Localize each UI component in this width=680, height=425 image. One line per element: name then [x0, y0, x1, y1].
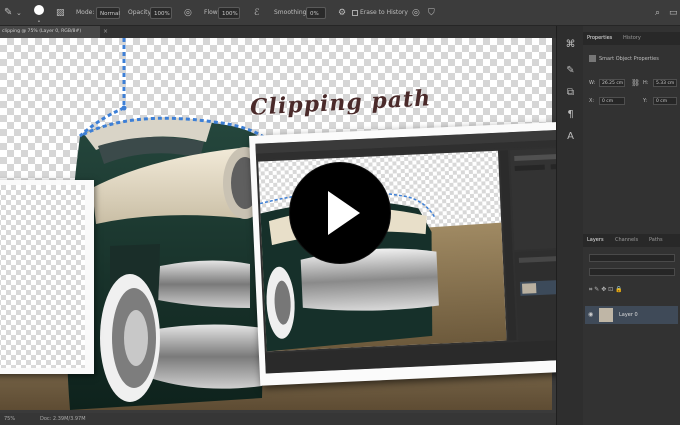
- document-tab[interactable]: clipping @ 75% (Layer 0, RGB/8#): [0, 26, 100, 38]
- brush-icon[interactable]: ✎: [563, 64, 578, 78]
- smoothing-label: Smoothing:: [274, 9, 309, 16]
- tab-paths[interactable]: Paths: [649, 234, 663, 247]
- layer-row[interactable]: ◉ Layer 0: [585, 306, 678, 324]
- pressure-opacity-icon[interactable]: ◎: [184, 4, 192, 22]
- chevron-down-icon[interactable]: ⌄: [16, 4, 22, 22]
- close-icon[interactable]: ×: [103, 26, 108, 38]
- history-icon[interactable]: ⌘: [563, 38, 578, 52]
- h-input[interactable]: 5.33 cm: [653, 79, 677, 87]
- svg-text:•: •: [38, 19, 41, 25]
- search-icon[interactable]: ⌕: [655, 4, 660, 22]
- panel-icon-strip: ⌘ ✎ ⧉ ¶ A: [556, 26, 583, 425]
- smoothing-input[interactable]: 0%: [306, 7, 326, 19]
- brush-preset-picker[interactable]: •: [32, 1, 46, 25]
- transparency-preview-card: [0, 180, 94, 374]
- tab-channels[interactable]: Channels: [615, 234, 638, 247]
- x-label: X:: [589, 98, 595, 104]
- smart-object-icon: [589, 55, 596, 62]
- tab-layers[interactable]: Layers: [587, 234, 604, 247]
- erase-history-label: Erase to History: [360, 9, 408, 16]
- layers-tab-bar: Layers Channels Paths: [583, 234, 680, 247]
- symmetry-icon[interactable]: ⛉: [428, 4, 435, 22]
- mode-label: Mode:: [76, 9, 95, 16]
- blend-mode-select[interactable]: [589, 268, 675, 276]
- airbrush-icon[interactable]: ℰ: [254, 4, 259, 22]
- layer-filter-select[interactable]: [589, 254, 675, 262]
- erase-history-checkbox[interactable]: Erase to History: [352, 4, 408, 22]
- x-input[interactable]: 0 cm: [599, 97, 625, 105]
- y-label: Y:: [643, 98, 648, 104]
- layer-kind-label: Smart Object Properties: [599, 56, 659, 62]
- character-icon[interactable]: A: [563, 130, 578, 144]
- status-bar: 75% Doc: 2.39M/3.97M: [0, 413, 556, 425]
- tab-history[interactable]: History: [623, 32, 641, 45]
- w-input[interactable]: 26.25 cm: [599, 79, 625, 87]
- play-video-button[interactable]: [290, 163, 390, 263]
- flow-input[interactable]: 100%: [218, 7, 240, 19]
- paragraph-icon[interactable]: ¶: [563, 108, 578, 122]
- transparent-background: [0, 185, 85, 368]
- document-tab-bar: clipping @ 75% (Layer 0, RGB/8#) ×: [0, 26, 556, 38]
- gear-icon[interactable]: ⚙: [338, 4, 346, 22]
- layer-name[interactable]: Layer 0: [619, 306, 638, 324]
- right-panel: Properties History Smart Object Properti…: [583, 26, 680, 425]
- layer-thumbnail: [599, 308, 613, 322]
- play-icon: [328, 191, 360, 235]
- opacity-input[interactable]: 100%: [150, 7, 172, 19]
- options-bar: ✎ ⌄ • ▨ Mode: Normal Opacity: 100% ◎ Flo…: [0, 0, 680, 26]
- pressure-size-icon[interactable]: ◎: [412, 4, 420, 22]
- properties-tab-bar: Properties History: [583, 32, 680, 45]
- document-info: Doc: 2.39M/3.97M: [40, 416, 86, 422]
- workspace-icon[interactable]: ▭: [669, 4, 678, 22]
- y-input[interactable]: 0 cm: [653, 97, 677, 105]
- link-icon[interactable]: ⛓: [631, 78, 640, 88]
- lock-icons[interactable]: ⌗ ✎ ✥ ⊡ 🔒: [589, 286, 623, 294]
- brush-settings-icon[interactable]: ▨: [56, 4, 65, 22]
- zoom-level[interactable]: 75%: [4, 413, 15, 425]
- h-label: H:: [643, 80, 649, 86]
- mode-select[interactable]: Normal: [96, 7, 120, 19]
- brush-size-icon: •: [34, 5, 44, 25]
- eye-icon[interactable]: ◉: [588, 311, 593, 318]
- brush-tool-icon[interactable]: ✎: [4, 4, 12, 22]
- layer-kind-row: Smart Object Properties: [589, 54, 659, 64]
- clone-source-icon[interactable]: ⧉: [563, 86, 578, 100]
- tab-properties[interactable]: Properties: [587, 32, 612, 45]
- w-label: W:: [589, 80, 596, 86]
- opacity-label: Opacity:: [128, 9, 153, 16]
